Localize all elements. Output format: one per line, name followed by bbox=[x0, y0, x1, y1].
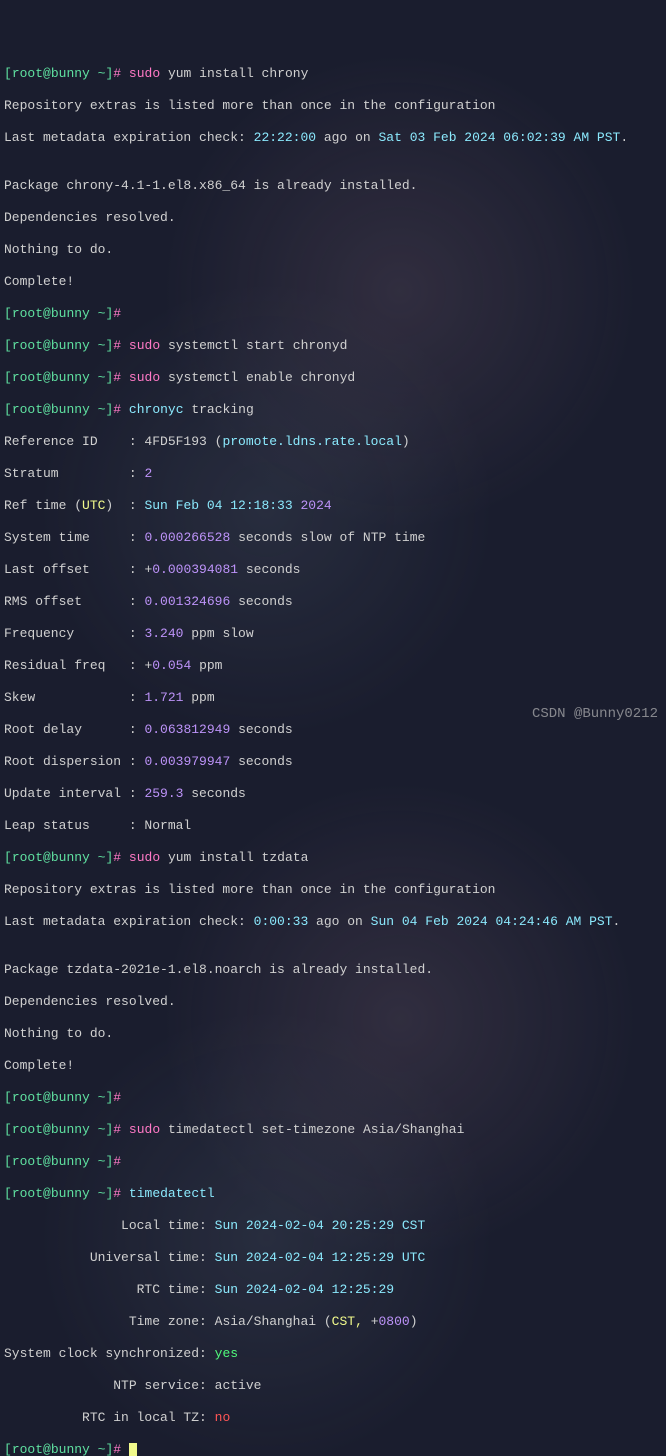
output-text: Repository extras is listed more than on… bbox=[4, 98, 662, 114]
output-text: Nothing to do. bbox=[4, 1026, 662, 1042]
cmd-sudo: sudo bbox=[129, 338, 160, 353]
output-text: Complete! bbox=[4, 274, 662, 290]
cmd-text: tracking bbox=[184, 402, 254, 417]
output-text: Package chrony-4.1-1.el8.x86_64 is alrea… bbox=[4, 178, 662, 194]
terminal-window[interactable]: { "prompt": { "user": "root", "host": "b… bbox=[0, 0, 666, 728]
tracking-row: Last offset : +0.000394081 seconds bbox=[4, 562, 662, 578]
tracking-row: Root delay : 0.063812949 seconds bbox=[4, 722, 662, 738]
output-text: Package tzdata-2021e-1.el8.noarch is alr… bbox=[4, 962, 662, 978]
prompt-line: [root@bunny ~]# sudo systemctl enable ch… bbox=[4, 370, 662, 386]
tracking-row: Leap status : Normal bbox=[4, 818, 662, 834]
cursor-icon bbox=[129, 1443, 137, 1456]
prompt-line: [root@bunny ~]# bbox=[4, 1154, 662, 1170]
output-text: Dependencies resolved. bbox=[4, 994, 662, 1010]
tracking-row: RMS offset : 0.001324696 seconds bbox=[4, 594, 662, 610]
tracking-row: Residual freq : +0.054 ppm bbox=[4, 658, 662, 674]
cmd-text: yum install chrony bbox=[160, 66, 308, 81]
prompt-line: [root@bunny ~]# bbox=[4, 306, 662, 322]
prompt-line-active[interactable]: [root@bunny ~]# bbox=[4, 1442, 662, 1456]
cmd-sudo: sudo bbox=[129, 1122, 160, 1137]
tracking-row: Update interval : 259.3 seconds bbox=[4, 786, 662, 802]
output-text: Last metadata expiration check: 0:00:33 … bbox=[4, 914, 662, 930]
tracking-row: Frequency : 3.240 ppm slow bbox=[4, 626, 662, 642]
tracking-row: System time : 0.000266528 seconds slow o… bbox=[4, 530, 662, 546]
timedatectl-row: RTC in local TZ: no bbox=[4, 1410, 662, 1426]
timedatectl-row: Universal time: Sun 2024-02-04 12:25:29 … bbox=[4, 1250, 662, 1266]
tracking-row: Stratum : 2 bbox=[4, 466, 662, 482]
output-text: Complete! bbox=[4, 1058, 662, 1074]
prompt-line: [root@bunny ~]# sudo systemctl start chr… bbox=[4, 338, 662, 354]
prompt-line: [root@bunny ~]# timedatectl bbox=[4, 1186, 662, 1202]
cmd-sudo: sudo bbox=[129, 66, 160, 81]
cmd-sudo: sudo bbox=[129, 370, 160, 385]
prompt-line: [root@bunny ~]# bbox=[4, 1090, 662, 1106]
cmd-name: chronyc bbox=[129, 402, 184, 417]
tracking-row: Ref time (UTC) : Sun Feb 04 12:18:33 202… bbox=[4, 498, 662, 514]
timedatectl-row: RTC time: Sun 2024-02-04 12:25:29 bbox=[4, 1282, 662, 1298]
output-text: Last metadata expiration check: 22:22:00… bbox=[4, 130, 662, 146]
cmd-name: timedatectl bbox=[129, 1186, 215, 1201]
prompt-line: [root@bunny ~]# sudo yum install chrony bbox=[4, 66, 662, 82]
output-text: Repository extras is listed more than on… bbox=[4, 882, 662, 898]
output-text: Nothing to do. bbox=[4, 242, 662, 258]
cmd-sudo: sudo bbox=[129, 850, 160, 865]
timedatectl-row: System clock synchronized: yes bbox=[4, 1346, 662, 1362]
timedatectl-row: NTP service: active bbox=[4, 1378, 662, 1394]
tracking-row: Skew : 1.721 ppm bbox=[4, 690, 662, 706]
prompt-line: [root@bunny ~]# sudo yum install tzdata bbox=[4, 850, 662, 866]
cmd-text: systemctl enable chronyd bbox=[160, 370, 355, 385]
cmd-text: timedatectl set-timezone Asia/Shanghai bbox=[160, 1122, 464, 1137]
cmd-text: systemctl start chronyd bbox=[160, 338, 347, 353]
timedatectl-row: Time zone: Asia/Shanghai (CST, +0800) bbox=[4, 1314, 662, 1330]
watermark-text: CSDN @Bunny0212 bbox=[532, 706, 658, 722]
tracking-row: Root dispersion : 0.003979947 seconds bbox=[4, 754, 662, 770]
cmd-text: yum install tzdata bbox=[160, 850, 308, 865]
prompt-line: [root@bunny ~]# chronyc tracking bbox=[4, 402, 662, 418]
prompt-line: [root@bunny ~]# sudo timedatectl set-tim… bbox=[4, 1122, 662, 1138]
output-text: Dependencies resolved. bbox=[4, 210, 662, 226]
timedatectl-row: Local time: Sun 2024-02-04 20:25:29 CST bbox=[4, 1218, 662, 1234]
tracking-row: Reference ID : 4FD5F193 (promote.ldns.ra… bbox=[4, 434, 662, 450]
